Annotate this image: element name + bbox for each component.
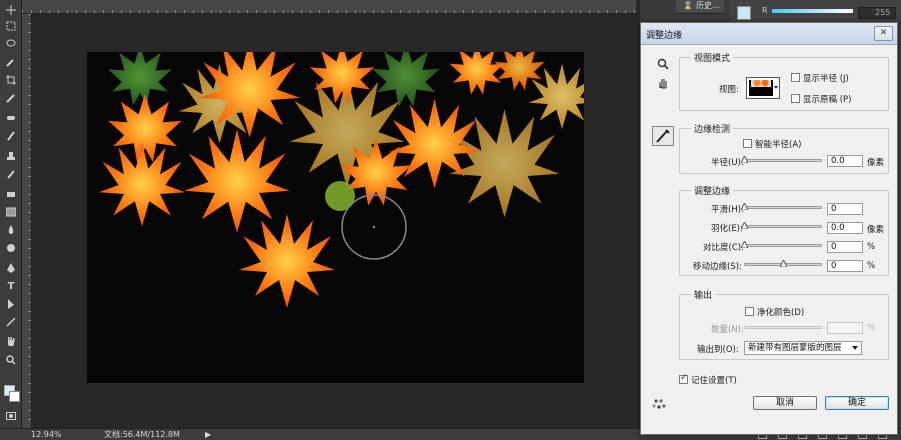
clone-stamp-icon[interactable] (3, 150, 19, 164)
hand-icon[interactable] (657, 77, 669, 92)
status-menu-arrow-icon[interactable]: ▶ (205, 429, 211, 440)
contrast-field[interactable]: 0 (827, 241, 863, 253)
red-channel-slider[interactable] (772, 9, 853, 13)
zoom-level[interactable]: 12.94% (31, 429, 62, 440)
amount-unit: % (867, 323, 876, 333)
radius-field[interactable]: 0.0 (827, 155, 863, 167)
photoshop-window: T 12.94% 文档:56.4M/112.8M ▶ ⌛ 历史... R 255… (0, 0, 901, 440)
radius-slider-thumb[interactable] (741, 156, 748, 163)
quick-select-tool-icon[interactable] (3, 56, 19, 70)
shift-edge-slider-thumb[interactable] (780, 260, 787, 267)
smooth-slider-thumb[interactable] (741, 203, 748, 210)
remember-settings-label: 记住设置(T) (691, 376, 737, 386)
hand-tool-icon[interactable] (3, 336, 19, 350)
radius-unit: 像素 (867, 158, 885, 168)
marquee-tool-icon[interactable] (3, 20, 19, 34)
show-radius-label: 显示半径 (J) (803, 74, 849, 84)
gradient-tool-icon[interactable] (3, 206, 19, 220)
pen-tool-icon[interactable] (3, 262, 19, 276)
dialog-title: 调整边缘 (646, 31, 683, 41)
refine-radius-tool-icon[interactable] (652, 126, 674, 146)
history-panel-tab[interactable]: ⌛ 历史... (676, 0, 724, 14)
show-original-label: 显示原稿 (P) (803, 95, 852, 105)
contrast-slider[interactable] (744, 244, 822, 247)
crop-tool-icon[interactable] (3, 74, 19, 88)
shift-edge-field[interactable]: 0 (827, 260, 863, 272)
output-title: 输出 (691, 288, 716, 301)
history-brush-icon[interactable] (3, 168, 19, 182)
status-bar: 12.94% 文档:56.4M/112.8M ▶ (0, 428, 640, 440)
amount-slider (744, 326, 822, 329)
background-color-swatch[interactable] (9, 391, 20, 402)
vertical-ruler (22, 14, 32, 428)
eyedropper-tool-icon[interactable] (3, 92, 19, 106)
color-swatch[interactable] (737, 6, 751, 20)
view-mode-picker[interactable] (746, 77, 780, 99)
path-select-icon[interactable] (3, 298, 19, 312)
feather-slider[interactable] (744, 225, 822, 228)
amount-field (827, 322, 863, 334)
chevron-down-icon (852, 346, 858, 350)
history-icon: ⌛ (683, 1, 693, 10)
show-original-checkbox[interactable] (791, 94, 800, 103)
smooth-label: 平滑(H): (711, 205, 744, 215)
close-button[interactable]: ✕ (874, 26, 893, 41)
brush-tool-icon[interactable] (3, 130, 19, 144)
output-to-select[interactable]: 新建带有图层蒙版的图层 (744, 341, 862, 355)
ok-button[interactable]: 确定 (825, 396, 889, 410)
remember-settings-checkbox[interactable] (679, 373, 688, 384)
zoom-icon[interactable] (657, 58, 669, 73)
shift-edge-label: 移动边缘(S): (693, 262, 742, 272)
autumn-leaves-image (87, 52, 584, 383)
view-mode-title: 视图模式 (691, 51, 734, 64)
quick-mask-icon[interactable] (3, 410, 19, 424)
view-label: 视图: (719, 85, 739, 95)
smooth-field[interactable]: 0 (827, 203, 863, 215)
contrast-slider-thumb[interactable] (741, 241, 748, 248)
red-channel-value[interactable]: 255 (858, 7, 896, 19)
smart-radius-checkbox[interactable] (743, 139, 752, 148)
radius-label: 半径(U): (711, 158, 744, 168)
output-to-label: 输出到(O): (697, 345, 739, 355)
output-to-value: 新建带有图层蒙版的图层 (748, 343, 842, 353)
amount-label: 数量(N): (711, 325, 744, 335)
feather-slider-thumb[interactable] (741, 222, 748, 229)
dialog-titlebar[interactable]: 调整边缘 ✕ (641, 23, 897, 45)
document-size: 文档:56.4M/112.8M (104, 430, 180, 439)
decontaminate-label: 净化颜色(D) (757, 308, 805, 318)
dodge-tool-icon[interactable] (3, 242, 19, 256)
edge-detection-title: 边缘检测 (691, 122, 734, 135)
red-channel-label: R (762, 6, 768, 15)
shift-edge-unit: % (867, 261, 876, 271)
history-tab-label: 历史... (695, 1, 720, 10)
feather-unit: 像素 (867, 225, 885, 235)
dialog-spinner-icon (651, 397, 667, 411)
document-canvas[interactable] (87, 52, 584, 383)
healing-brush-icon[interactable] (3, 112, 19, 126)
type-tool-icon[interactable]: T (3, 280, 19, 294)
radius-slider[interactable] (744, 159, 822, 162)
smart-radius-label: 智能半径(A) (755, 140, 802, 150)
smooth-slider[interactable] (744, 206, 822, 209)
lasso-tool-icon[interactable] (3, 38, 19, 52)
move-tool-icon[interactable] (3, 4, 19, 18)
tools-panel: T (0, 0, 22, 428)
refine-edge-dialog: 调整边缘 ✕ 视图模式 视图: 显示半径 (J) 显示原稿 (P) 边缘检测 智… (640, 22, 898, 435)
contrast-label: 对比度(C): (703, 243, 744, 253)
shape-tool-icon[interactable] (3, 316, 19, 330)
color-panel: R 255 (730, 0, 901, 22)
decontaminate-checkbox[interactable] (745, 307, 754, 316)
cancel-button[interactable]: 取消 (753, 396, 817, 410)
contrast-unit: % (867, 242, 876, 252)
blur-tool-icon[interactable] (3, 224, 19, 238)
zoom-tool-icon[interactable] (3, 354, 19, 368)
adjust-edge-title: 调整边缘 (691, 184, 734, 197)
feather-field[interactable]: 0.0 (827, 222, 863, 234)
chevron-down-icon (774, 86, 778, 89)
feather-label: 羽化(E): (711, 224, 743, 234)
view-mode-group (679, 57, 889, 111)
show-radius-checkbox[interactable] (791, 73, 800, 82)
horizontal-ruler (22, 0, 636, 14)
eraser-tool-icon[interactable] (3, 188, 19, 202)
